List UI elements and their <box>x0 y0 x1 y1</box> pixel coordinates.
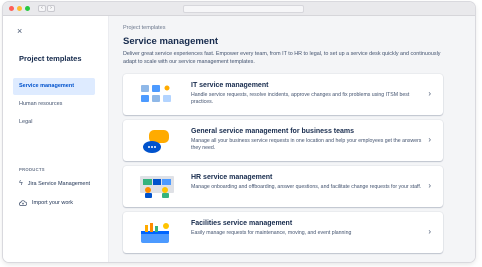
product-label: Jira Service Management <box>27 180 91 187</box>
close-icon[interactable]: × <box>17 27 22 36</box>
sidebar-item-legal[interactable]: Legal <box>13 114 95 131</box>
card-description: Easily manage requests for maintenance, … <box>191 230 352 236</box>
template-card-it-service-management[interactable]: IT service management Handle service req… <box>123 74 443 115</box>
products-heading: PRODUCTS <box>19 167 45 172</box>
browser-toolbar: ‹ › <box>3 2 475 16</box>
cloud-upload-icon <box>19 200 27 206</box>
window-controls <box>9 6 30 11</box>
sidebar: × Project templates Service management H… <box>3 16 109 262</box>
browser-nav: ‹ › <box>38 5 55 12</box>
page-intro: Deliver great service experiences fast. … <box>123 51 441 65</box>
back-button[interactable]: ‹ <box>38 5 46 12</box>
address-bar[interactable] <box>183 5 304 13</box>
hr-people-illustration <box>140 176 174 198</box>
sidebar-title: Project templates <box>19 54 82 63</box>
page-title: Service management <box>123 36 219 47</box>
chevron-right-icon: › <box>428 181 431 190</box>
facilities-toolbox-illustration <box>141 223 169 243</box>
minimize-window-button[interactable] <box>17 6 22 11</box>
maximize-window-button[interactable] <box>25 6 30 11</box>
chevron-right-icon: › <box>428 89 431 98</box>
bolt-icon: ϟ <box>19 180 23 187</box>
it-service-illustration <box>141 85 171 102</box>
breadcrumb[interactable]: Project templates <box>123 25 166 31</box>
chat-bubbles-illustration <box>143 130 169 153</box>
template-card-facilities-service-management[interactable]: Facilities service management Easily man… <box>123 212 443 253</box>
main-panel: Project templates Service management Del… <box>109 16 475 262</box>
card-title: General service management for business … <box>191 128 355 135</box>
browser-window: ‹ › × Project templates Service manageme… <box>3 2 475 262</box>
app-body: × Project templates Service management H… <box>3 16 475 262</box>
card-description: Manage all your business service request… <box>191 138 422 151</box>
chevron-right-icon: › <box>428 135 431 144</box>
import-label: Import your work <box>32 200 73 206</box>
card-description: Manage onboarding and offboarding, answe… <box>191 184 422 190</box>
card-title: Facilities service management <box>191 220 293 227</box>
close-window-button[interactable] <box>9 6 14 11</box>
sidebar-item-human-resources[interactable]: Human resources <box>13 96 95 113</box>
template-card-hr-service-management[interactable]: HR service management Manage onboarding … <box>123 166 443 207</box>
card-title: HR service management <box>191 174 273 181</box>
card-title: IT service management <box>191 82 269 89</box>
card-description: Handle service requests, resolve inciden… <box>191 92 410 105</box>
chevron-right-icon: › <box>428 227 431 236</box>
product-jira-service-management[interactable]: ϟ Jira Service Management <box>19 180 90 187</box>
sidebar-item-service-management[interactable]: Service management <box>13 78 95 95</box>
import-work-button[interactable]: Import your work <box>19 200 73 206</box>
forward-button[interactable]: › <box>47 5 55 12</box>
template-card-general-service-management[interactable]: General service management for business … <box>123 120 443 161</box>
